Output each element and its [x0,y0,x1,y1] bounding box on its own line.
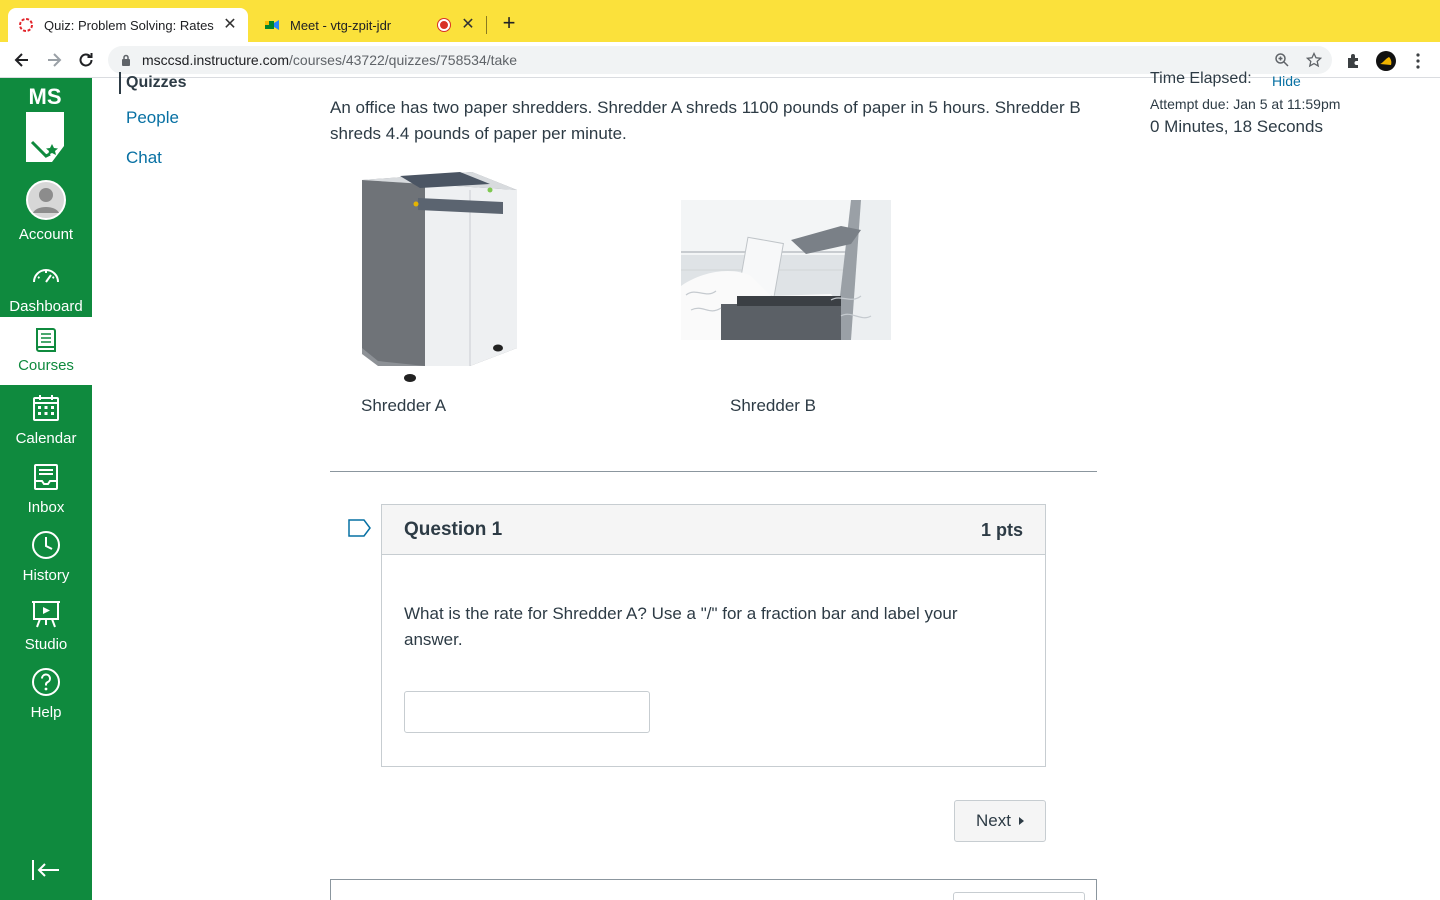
submit-quiz-button[interactable] [953,892,1085,900]
close-tab-icon[interactable]: ✕ [222,17,238,33]
question-points: 1 pts [980,520,1023,540]
school-logo-icon: MS [26,84,64,162]
canvas-favicon-icon [19,18,33,32]
lock-icon [122,54,130,66]
inbox-icon [34,464,58,490]
history-icon [32,531,60,559]
close-tab-icon[interactable]: ✕ [460,17,476,33]
shredder-a-image [330,160,548,382]
next-label: Next [976,811,1011,830]
elapsed-time: 0 Minutes, 18 Seconds [1150,117,1323,136]
bookmark-star-icon[interactable] [1306,52,1322,68]
global-nav-label: Account [18,226,74,243]
question-text: What is the rate for Shredder A? Use a "… [404,604,958,649]
url-text: msccsd.instructure.com/courses/43722/qui… [142,52,518,68]
forward-icon[interactable] [44,50,64,70]
svg-text:MS: MS [29,84,62,109]
quiz-footer [330,879,1097,900]
tab-separator [486,16,487,34]
tab-meet[interactable]: Meet - vtg-zpit-jdr ✕ [254,8,486,42]
dashboard-icon [33,269,59,283]
school-logo[interactable]: MS [20,82,70,172]
courses-icon [36,328,56,352]
global-nav-label: Courses [18,357,74,374]
course-nav-quizzes[interactable]: Quizzes [119,72,186,94]
answer-input[interactable] [404,691,650,733]
account-icon [26,180,66,220]
extensions-puzzle-icon[interactable] [1344,51,1364,71]
course-nav-chat[interactable]: Chat [126,148,162,168]
global-nav-inbox[interactable]: Inbox [0,461,92,527]
tab-title: Meet - vtg-zpit-jdr [290,17,392,33]
global-nav-studio[interactable]: Studio [0,598,92,664]
time-elapsed-label: Time Elapsed: [1150,70,1252,87]
recording-indicator-icon [438,19,450,31]
question-title: Question 1 [404,519,503,540]
studio-icon [32,601,60,628]
reload-icon[interactable] [76,50,96,70]
flag-question-icon[interactable] [348,519,372,537]
meet-favicon-icon [265,20,279,30]
next-arrow-icon [1018,817,1024,825]
browser-tab-bar: Quiz: Problem Solving: Rates ✕ Meet - vt… [0,0,1440,42]
address-bar[interactable]: msccsd.instructure.com/courses/43722/qui… [108,46,1332,74]
question-card: Question 1 1 pts What is the rate for Sh… [381,504,1046,767]
back-icon[interactable] [12,50,32,70]
help-icon [32,668,60,696]
global-nav-label: Dashboard [9,298,83,315]
calendar-icon [33,395,59,421]
tab-quiz[interactable]: Quiz: Problem Solving: Rates ✕ [8,8,248,42]
section-divider [330,471,1097,472]
next-button[interactable]: Next [954,800,1046,842]
new-tab-button[interactable]: + [498,12,520,35]
global-nav-history[interactable]: History [0,529,92,595]
global-nav-courses[interactable]: Courses [0,317,92,385]
attempt-due: Attempt due: Jan 5 at 11:59pm [1150,96,1341,112]
shredder-a-caption: Shredder A [361,396,447,415]
global-nav-label: Calendar [15,430,77,447]
zoom-icon[interactable] [1274,52,1290,68]
question-header: Question 1 1 pts [382,505,1045,555]
quiz-intro-text: An office has two paper shredders. Shred… [330,98,1081,143]
global-nav-help[interactable]: Help [0,666,92,732]
global-nav-label: Inbox [27,499,65,516]
course-navigation: Quizzes People Chat [92,72,292,900]
global-nav-calendar[interactable]: Calendar [0,392,92,458]
global-nav-account[interactable]: Account [0,180,92,246]
browser-menu-icon[interactable] [1408,51,1428,71]
profile-avatar-icon[interactable] [1376,51,1396,71]
shredder-b-caption: Shredder B [730,396,816,415]
hide-timer-link[interactable]: Hide [1272,73,1301,89]
global-nav-label: History [22,567,70,584]
global-navigation: MS Account Dashboard Courses Calendar In… [0,78,92,900]
tab-title: Quiz: Problem Solving: Rates [44,17,214,33]
global-nav-label: Help [30,704,62,721]
course-nav-people[interactable]: People [126,108,179,128]
global-nav-label: Studio [24,636,68,653]
shredder-b-image [681,200,891,340]
collapse-nav-icon[interactable] [30,858,62,882]
